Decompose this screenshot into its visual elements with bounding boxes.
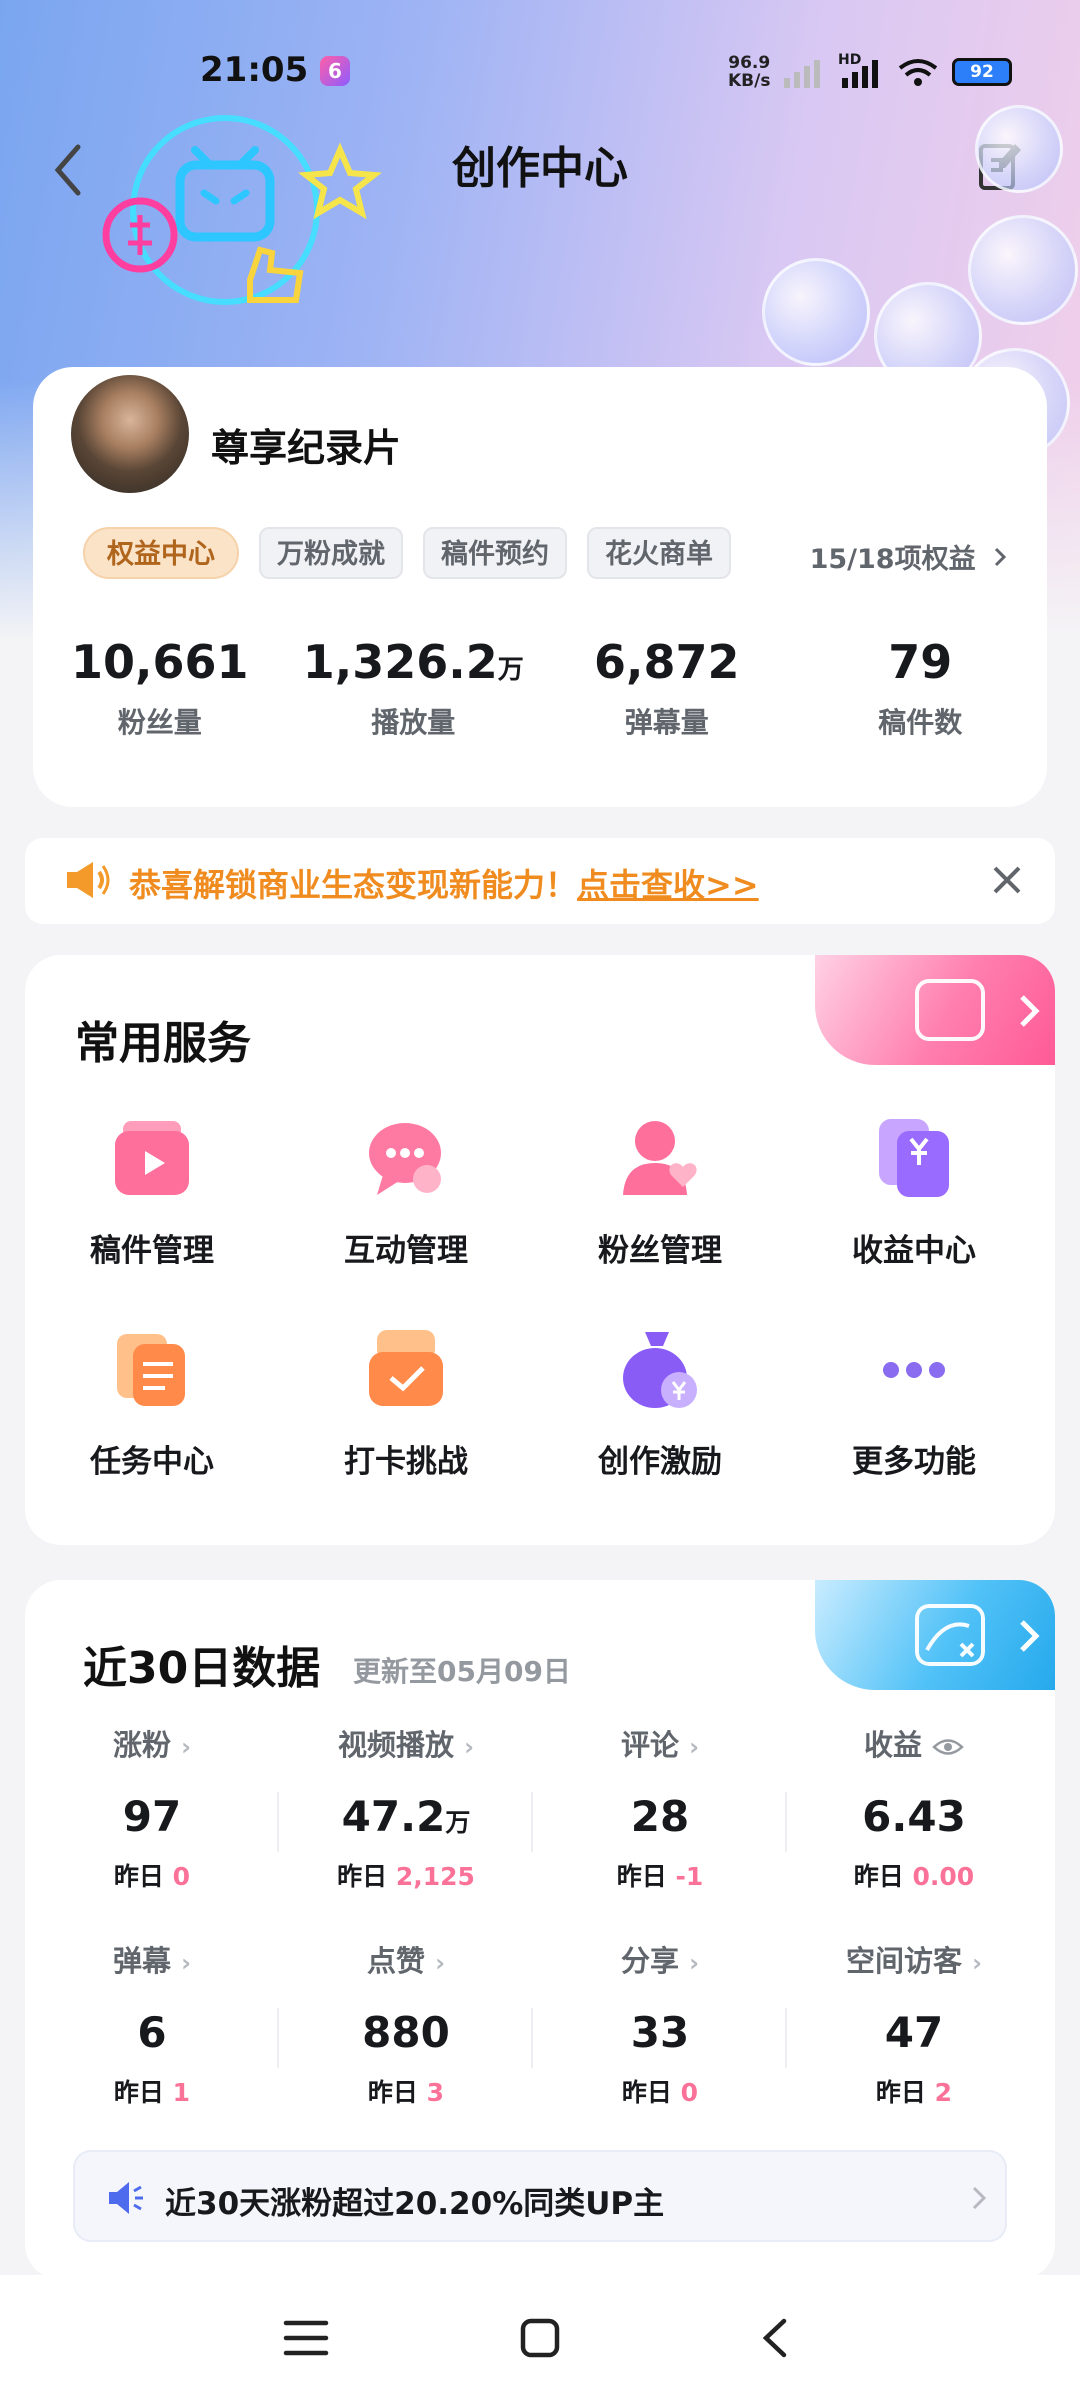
fans-growth-tip[interactable]: 近30天涨粉超过20.20%同类UP主 (73, 2150, 1007, 2242)
avatar[interactable] (67, 371, 193, 497)
service-fans-management[interactable]: 粉丝管理 (533, 1115, 787, 1270)
data-update-date: 更新至05月09日 (353, 1655, 571, 1688)
service-interaction-management[interactable]: 互动管理 (279, 1115, 533, 1270)
chevron-right-icon (1020, 1620, 1040, 1652)
metric-likes[interactable]: 点赞 › 880 昨日 3 (279, 1938, 533, 2118)
metric-earnings[interactable]: 收益 6.43 昨日 0.00 (787, 1722, 1041, 1902)
chat-bubble-icon (369, 1123, 441, 1195)
checkin-icon (369, 1330, 443, 1406)
metrics-grid: 涨粉 › 97 昨日 0 视频播放 › 47.2万 昨日 2,125 评论 › … (25, 1722, 1055, 2118)
signal-sim1-icon (784, 60, 820, 88)
medal-badge-decoration (762, 258, 870, 366)
metric-video-plays[interactable]: 视频播放 › 47.2万 昨日 2,125 (279, 1722, 533, 1902)
chevron-right-icon (972, 2186, 987, 2210)
metric-followers-gain[interactable]: 涨粉 › 97 昨日 0 (25, 1722, 279, 1902)
money-bag-icon (623, 1332, 697, 1408)
fans-icon (623, 1121, 697, 1195)
status-time: 21:05 (200, 50, 309, 90)
manuscript-icon (115, 1121, 189, 1195)
more-dots-icon (883, 1362, 945, 1378)
task-list-icon (117, 1334, 185, 1406)
stat-followers[interactable]: 10,661 粉丝量 (33, 635, 287, 741)
metric-comments[interactable]: 评论 › 28 昨日 -1 (533, 1722, 787, 1902)
profile-card: 尊享纪录片 权益中心 万粉成就 稿件预约 花火商单 15/18项权益 10,66… (33, 367, 1047, 807)
service-more-features[interactable]: 更多功能 (787, 1326, 1041, 1481)
tag-fans-achievement[interactable]: 万粉成就 (259, 527, 403, 579)
chevron-right-icon (994, 547, 1007, 567)
network-speed: 96.9 KB/s (728, 53, 771, 91)
data-title: 近30日数据 (83, 1643, 321, 1694)
notice-text: 恭喜解锁商业生态变现新能力！点击查收>> (129, 866, 759, 904)
username[interactable]: 尊享纪录片 (211, 417, 401, 472)
metric-shares[interactable]: 分享 › 33 昨日 0 (533, 1938, 787, 2118)
services-title: 常用服务 (75, 1018, 251, 1069)
speaker-icon (109, 2182, 143, 2214)
chart-map-icon (915, 1604, 985, 1666)
battery-indicator: 92 (952, 58, 1012, 86)
metric-space-visitors[interactable]: 空间访客 › 47 昨日 2 (787, 1938, 1041, 2118)
services-grid: 稿件管理 互动管理 粉丝管理 收益中心 任务中心 打卡挑战 创作激励 更多功能 (25, 1115, 1055, 1481)
grid-icon (915, 979, 985, 1041)
system-navigation-bar (0, 2275, 1080, 2400)
service-creation-incentive[interactable]: 创作激励 (533, 1326, 787, 1481)
notification-app-icon: 6 (320, 56, 350, 86)
service-manuscript-management[interactable]: 稿件管理 (25, 1115, 279, 1270)
rights-count-link[interactable]: 15/18项权益 (810, 537, 1007, 576)
service-earnings-center[interactable]: 收益中心 (787, 1115, 1041, 1270)
metric-danmaku[interactable]: 弹幕 › 6 昨日 1 (25, 1938, 279, 2118)
close-icon[interactable] (989, 862, 1025, 898)
tag-spark-business[interactable]: 花火商单 (587, 527, 731, 579)
service-checkin-challenge[interactable]: 打卡挑战 (279, 1326, 533, 1481)
service-task-center[interactable]: 任务中心 (25, 1326, 279, 1481)
status-bar: 21:05 6 96.9 KB/s HD 92 (0, 40, 1080, 110)
back-icon[interactable] (746, 2313, 806, 2363)
data-detail-button[interactable] (815, 1580, 1055, 1690)
services-more-button[interactable] (815, 955, 1055, 1065)
tag-manuscript-reservation[interactable]: 稿件预约 (423, 527, 567, 579)
tag-rights-center[interactable]: 权益中心 (83, 527, 239, 579)
common-services-card: 常用服务 稿件管理 互动管理 粉丝管理 收益中心 任务中心 打卡挑战 创作激励 … (25, 955, 1055, 1545)
profile-stats: 10,661 粉丝量 1,326.2万 播放量 6,872 弹幕量 79 稿件数 (33, 635, 1047, 741)
signal-sim2-icon (842, 60, 878, 88)
menu-icon[interactable] (276, 2313, 336, 2363)
medal-badge-decoration (975, 105, 1063, 193)
profile-tags: 权益中心 万粉成就 稿件预约 花火商单 (83, 527, 731, 579)
stat-danmaku[interactable]: 6,872 弹幕量 (540, 635, 794, 741)
wifi-icon (898, 59, 938, 86)
recent-data-card: 近30日数据 更新至05月09日 涨粉 › 97 昨日 0 视频播放 › 47.… (25, 1580, 1055, 2280)
wallet-icon (879, 1119, 949, 1197)
stat-plays[interactable]: 1,326.2万 播放量 (287, 635, 541, 741)
eye-icon[interactable] (932, 1736, 964, 1758)
stat-manuscripts[interactable]: 79 稿件数 (794, 635, 1048, 741)
megaphone-icon (67, 862, 110, 898)
home-square-icon[interactable] (510, 2313, 570, 2363)
medal-badge-decoration (968, 215, 1078, 325)
bilibili-tv-logo-decoration (102, 115, 382, 305)
notice-banner[interactable]: 恭喜解锁商业生态变现新能力！点击查收>> (25, 838, 1055, 924)
chevron-right-icon (1020, 995, 1040, 1027)
notice-link[interactable]: 点击查收>> (577, 866, 759, 904)
